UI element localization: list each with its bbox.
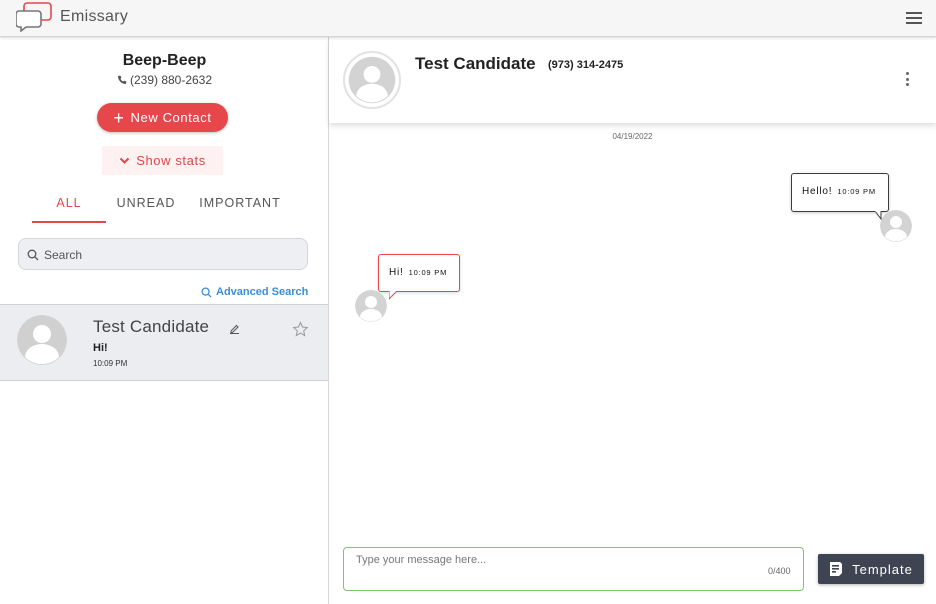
template-label: Template <box>852 561 913 577</box>
contact-list-item[interactable]: Test Candidate Hi! 10:09 PM <box>0 304 328 381</box>
sidebar: Beep-Beep (239) 880-2632 + New Contact S… <box>0 37 329 604</box>
date-separator: 04/19/2022 <box>612 132 653 141</box>
star-icon[interactable] <box>292 321 309 338</box>
chat-contact-phone: (973) 314-2475 <box>548 59 624 71</box>
chat-bubbles-logo <box>16 2 52 32</box>
chat-contact-name: Test Candidate <box>415 54 536 73</box>
advanced-search-label: Advanced Search <box>216 286 309 298</box>
template-button[interactable]: Template <box>818 554 924 584</box>
char-counter: 0/400 <box>768 566 791 576</box>
avatar-placeholder-icon <box>343 51 401 109</box>
sender-avatar-icon <box>880 210 912 242</box>
edit-pencil-icon[interactable] <box>229 323 240 334</box>
contact-avatar-icon <box>355 290 387 322</box>
new-contact-button[interactable]: + New Contact <box>97 103 228 132</box>
search-input[interactable] <box>44 245 299 265</box>
search-icon <box>27 249 39 261</box>
tab-unread[interactable]: UNREAD <box>112 187 180 223</box>
account-phone: (239) 880-2632 <box>0 73 329 87</box>
top-bar: Emissary <box>0 0 936 37</box>
contact-last-message: Hi! <box>93 342 108 354</box>
incoming-message-bubble: Hi! 10:09 PM <box>378 254 460 292</box>
account-phone-number: (239) 880-2632 <box>129 73 213 87</box>
contact-name: Test Candidate <box>93 317 210 336</box>
message-text: Hi! <box>389 267 404 278</box>
more-options-icon[interactable] <box>906 72 910 86</box>
advanced-search-link[interactable]: Advanced Search <box>201 286 308 298</box>
tab-all[interactable]: ALL <box>32 187 106 223</box>
outgoing-message-bubble: Hello! 10:09 PM <box>791 173 889 212</box>
search-icon <box>201 286 212 298</box>
hamburger-menu-icon[interactable] <box>906 11 924 25</box>
new-contact-label: New Contact <box>130 110 212 125</box>
chevron-down-icon <box>119 157 130 164</box>
message-text: Hello! <box>802 186 833 197</box>
message-input[interactable] <box>356 554 756 584</box>
avatar-placeholder-icon <box>17 315 67 365</box>
message-time: 10:09 PM <box>837 187 876 196</box>
brand-name: Emissary <box>60 8 129 25</box>
tab-important[interactable]: IMPORTANT <box>194 187 286 223</box>
account-name: Beep-Beep <box>122 52 207 69</box>
contact-last-time: 10:09 PM <box>93 359 128 368</box>
message-time: 10:09 PM <box>408 268 448 277</box>
template-document-icon <box>830 562 843 576</box>
chat-header: Test Candidate (973) 314-2475 <box>329 37 936 123</box>
show-stats-label: Show stats <box>136 153 206 168</box>
chat-messages-area: 04/19/2022 Hello! 10:09 PM Hi! 10:09 PM <box>329 123 936 604</box>
plus-icon: + <box>113 107 125 128</box>
phone-icon <box>117 75 127 84</box>
search-box <box>18 238 308 270</box>
bubble-tail <box>389 291 398 300</box>
show-stats-button[interactable]: Show stats <box>102 146 223 175</box>
message-composer: 0/400 <box>343 547 804 591</box>
